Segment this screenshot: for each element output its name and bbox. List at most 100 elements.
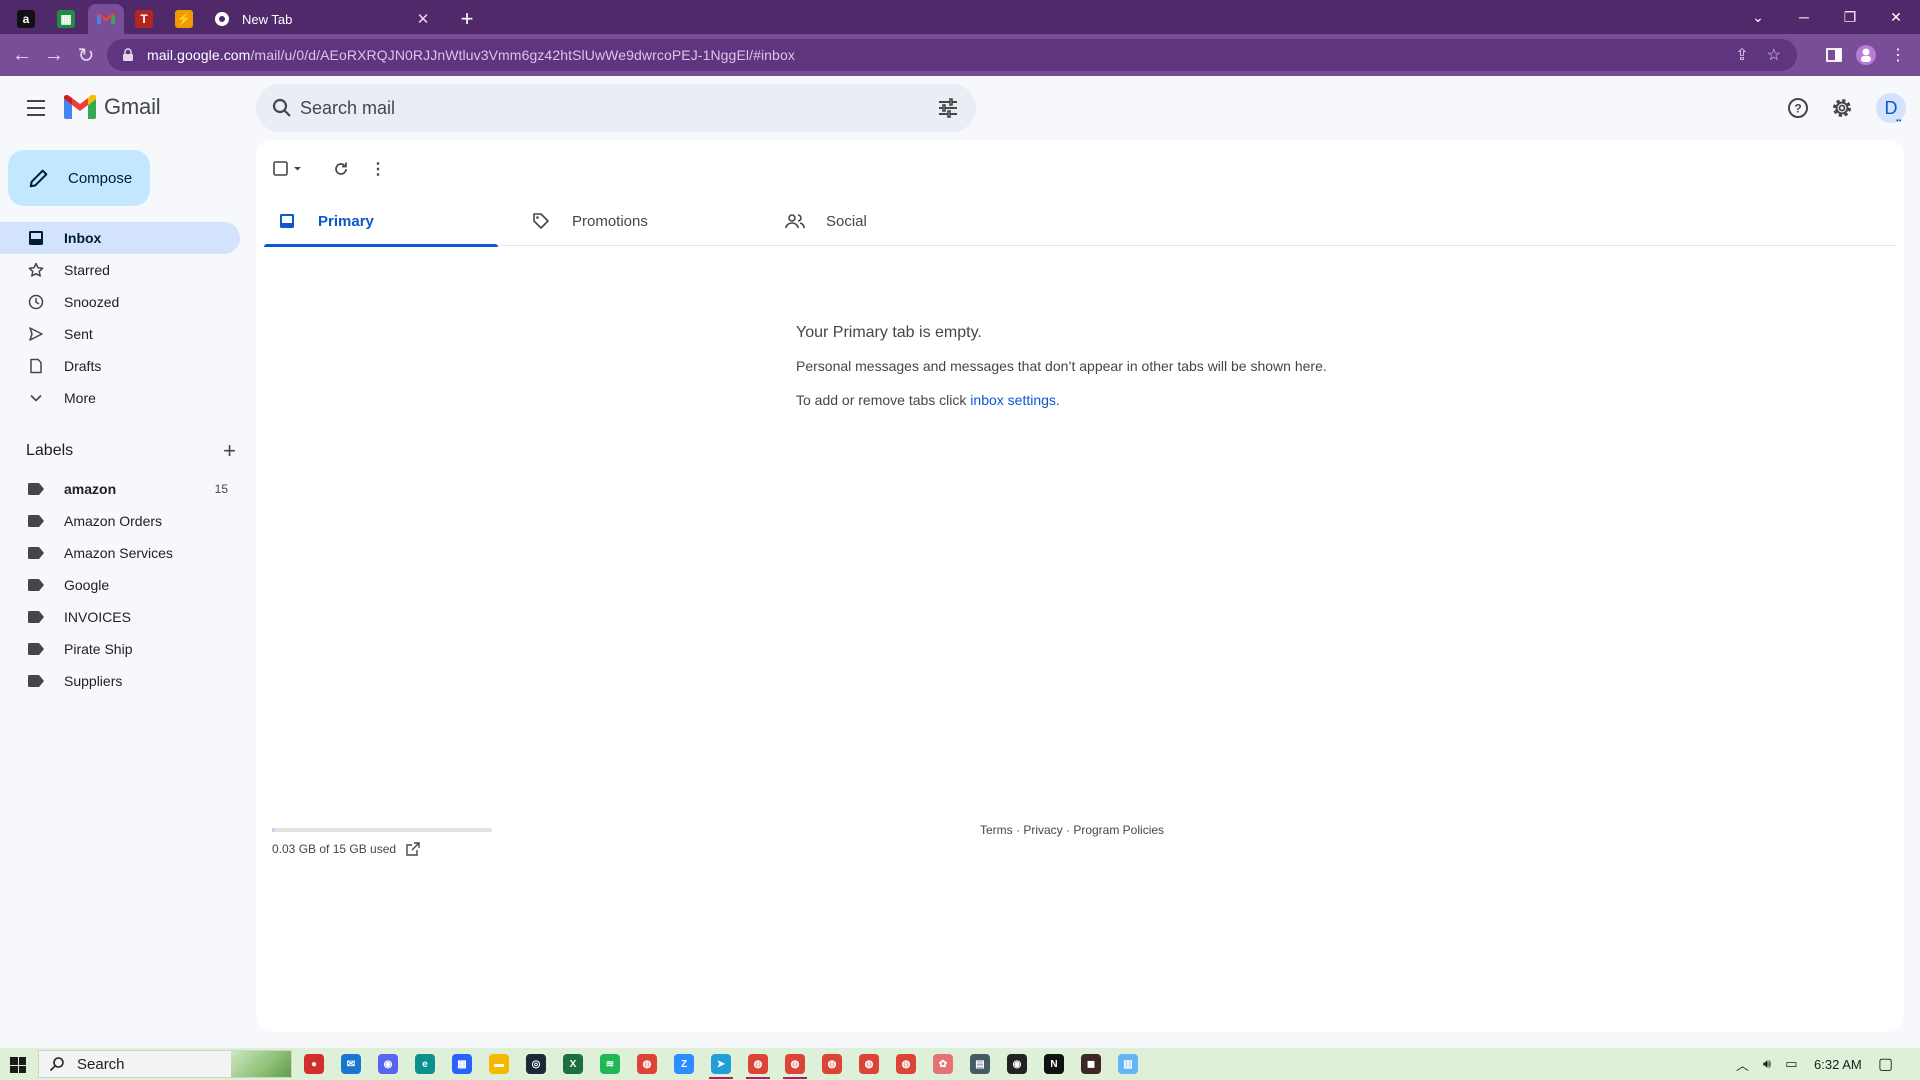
tab-search-icon[interactable]: ⌄ xyxy=(1738,4,1778,30)
tab-new-tab[interactable]: New Tab ✕ xyxy=(204,4,442,34)
compose-button[interactable]: Compose xyxy=(8,150,150,206)
running-app-indicator xyxy=(709,1077,733,1079)
chrome-profile-icon[interactable]: ◍ xyxy=(748,1054,768,1074)
label-item-invoices[interactable]: INVOICES xyxy=(0,601,240,633)
mail-list-panel: ⋮ Primary Promotions Social Your Primary… xyxy=(256,140,1904,1032)
restore-button[interactable]: ❐ xyxy=(1830,4,1870,30)
inbox-icon xyxy=(28,230,44,246)
main-menu-icon[interactable] xyxy=(20,92,52,124)
app-icon[interactable]: ● xyxy=(304,1054,324,1074)
chrome-icon xyxy=(215,12,229,26)
mail-app-icon[interactable]: ✉ xyxy=(341,1054,361,1074)
select-all-checkbox[interactable] xyxy=(270,154,306,184)
notepad-icon[interactable]: ▥ xyxy=(1118,1054,1138,1074)
zoom-icon[interactable]: Z xyxy=(674,1054,694,1074)
footer-links[interactable]: Terms · Privacy · Program Policies xyxy=(980,823,1164,837)
label-name: Pirate Ship xyxy=(64,641,133,657)
inbox-settings-link[interactable]: inbox settings xyxy=(970,392,1056,408)
show-hidden-icons-icon[interactable]: ︿ xyxy=(1736,1055,1749,1074)
search-options-icon[interactable] xyxy=(936,96,960,120)
spotify-icon[interactable]: ≋ xyxy=(600,1054,620,1074)
taskbar-search-label: Search xyxy=(77,1055,125,1073)
label-item-amazon[interactable]: amazon 15 xyxy=(0,473,240,505)
label-item-google[interactable]: Google xyxy=(0,569,240,601)
close-tab-icon[interactable]: ✕ xyxy=(414,10,432,28)
notifications-icon[interactable]: ▢ xyxy=(1878,1048,1893,1080)
tab-primary[interactable]: Primary xyxy=(264,196,498,247)
edge-icon[interactable]: e xyxy=(415,1054,435,1074)
app-icon[interactable]: ◼ xyxy=(1081,1054,1101,1074)
sidebar-item-starred[interactable]: Starred xyxy=(0,254,240,286)
profile-icon[interactable] xyxy=(1852,41,1880,69)
forward-button[interactable]: → xyxy=(40,41,68,69)
label-item-suppliers[interactable]: Suppliers xyxy=(0,665,240,697)
more-options-icon[interactable]: ⋮ xyxy=(368,154,388,184)
calculator-icon[interactable]: ▤ xyxy=(970,1054,990,1074)
paint-icon[interactable]: ✿ xyxy=(933,1054,953,1074)
chrome-profile-icon[interactable]: ◍ xyxy=(896,1054,916,1074)
address-bar[interactable]: mail.google.com/mail/u/0/d/AEoRXRQJN0RJJ… xyxy=(107,39,1797,71)
sidebar-item-drafts[interactable]: Drafts xyxy=(0,350,240,382)
settings-gear-icon[interactable] xyxy=(1826,92,1858,124)
amazon-favicon-icon: a xyxy=(17,10,35,28)
search-icon[interactable] xyxy=(270,96,294,120)
close-window-button[interactable]: ✕ xyxy=(1876,4,1916,30)
side-panel-icon[interactable] xyxy=(1820,41,1848,69)
sidebar-item-snoozed[interactable]: Snoozed xyxy=(0,286,240,318)
empty-state: Your Primary tab is empty. Personal mess… xyxy=(796,324,1496,408)
chrome-profile-icon[interactable]: ◍ xyxy=(822,1054,842,1074)
minimize-button[interactable]: ─ xyxy=(1784,4,1824,30)
sidebar-item-sent[interactable]: Sent xyxy=(0,318,240,350)
excel-icon[interactable]: X xyxy=(563,1054,583,1074)
label-item-amazon-services[interactable]: Amazon Services xyxy=(0,537,240,569)
tab-promotions[interactable]: Promotions xyxy=(518,196,752,246)
bookmark-star-icon[interactable]: ☆ xyxy=(1767,45,1781,65)
windows-start-icon[interactable] xyxy=(10,1057,26,1073)
netflix-icon[interactable]: N xyxy=(1044,1054,1064,1074)
telegram-icon[interactable]: ➤ xyxy=(711,1054,731,1074)
reload-button[interactable]: ↻ xyxy=(72,41,100,69)
add-label-icon[interactable]: + xyxy=(223,438,236,464)
gmail-logo[interactable]: Gmail xyxy=(64,94,161,120)
obs-icon[interactable]: ◉ xyxy=(1007,1054,1027,1074)
label-item-pirate-ship[interactable]: Pirate Ship xyxy=(0,633,240,665)
volume-icon[interactable]: 🔊︎ xyxy=(1763,1056,1771,1072)
pinned-tab-sheets[interactable]: ▦ xyxy=(48,4,84,34)
browser-menu-icon[interactable]: ⋮ xyxy=(1884,41,1912,69)
label-tag-icon xyxy=(28,675,44,687)
discord-icon[interactable]: ◉ xyxy=(378,1054,398,1074)
empty-state-hint: To add or remove tabs click inbox settin… xyxy=(796,392,1060,408)
svg-text:?: ? xyxy=(1794,102,1801,116)
pinned-tab-app[interactable]: T xyxy=(126,4,162,34)
open-external-icon[interactable] xyxy=(406,842,420,856)
label-item-amazon-orders[interactable]: Amazon Orders xyxy=(0,505,240,537)
pinned-tab-amazon[interactable]: a xyxy=(8,4,44,34)
steam-icon[interactable]: ◎ xyxy=(526,1054,546,1074)
sidebar-item-more[interactable]: More xyxy=(0,382,240,414)
back-button[interactable]: ← xyxy=(8,41,36,69)
new-tab-button[interactable]: + xyxy=(454,6,480,32)
storage-info: 0.03 GB of 15 GB used xyxy=(272,842,420,856)
avatar-badge-icon: •• xyxy=(1896,116,1902,125)
taskbar-search-box[interactable]: Search xyxy=(38,1050,292,1078)
chrome-icon[interactable]: ◍ xyxy=(637,1054,657,1074)
chrome-profile-icon[interactable]: ◍ xyxy=(785,1054,805,1074)
file-explorer-icon[interactable]: ▬ xyxy=(489,1054,509,1074)
pinned-tab-gmail[interactable] xyxy=(88,4,124,34)
clock[interactable]: 6:32 AM xyxy=(1814,1048,1862,1080)
search-input[interactable] xyxy=(300,84,900,132)
sidebar-item-inbox[interactable]: Inbox xyxy=(0,222,240,254)
share-icon[interactable]: ⇪ xyxy=(1735,45,1748,65)
help-icon[interactable]: ? xyxy=(1782,92,1814,124)
pinned-tab-app2[interactable]: ⚡ xyxy=(166,4,202,34)
store-icon[interactable]: ▦ xyxy=(452,1054,472,1074)
tab-social[interactable]: Social xyxy=(772,196,1006,246)
label-name: Amazon Orders xyxy=(64,513,163,529)
refresh-icon[interactable] xyxy=(326,154,356,184)
battery-icon[interactable]: ▭ xyxy=(1785,1056,1797,1072)
search-highlight-image xyxy=(231,1051,291,1077)
tag-icon xyxy=(530,210,552,232)
chrome-profile-icon[interactable]: ◍ xyxy=(859,1054,879,1074)
label-tag-icon xyxy=(28,643,44,655)
sidebar-nav: Inbox Starred Snoozed Sent Drafts More xyxy=(0,222,240,414)
